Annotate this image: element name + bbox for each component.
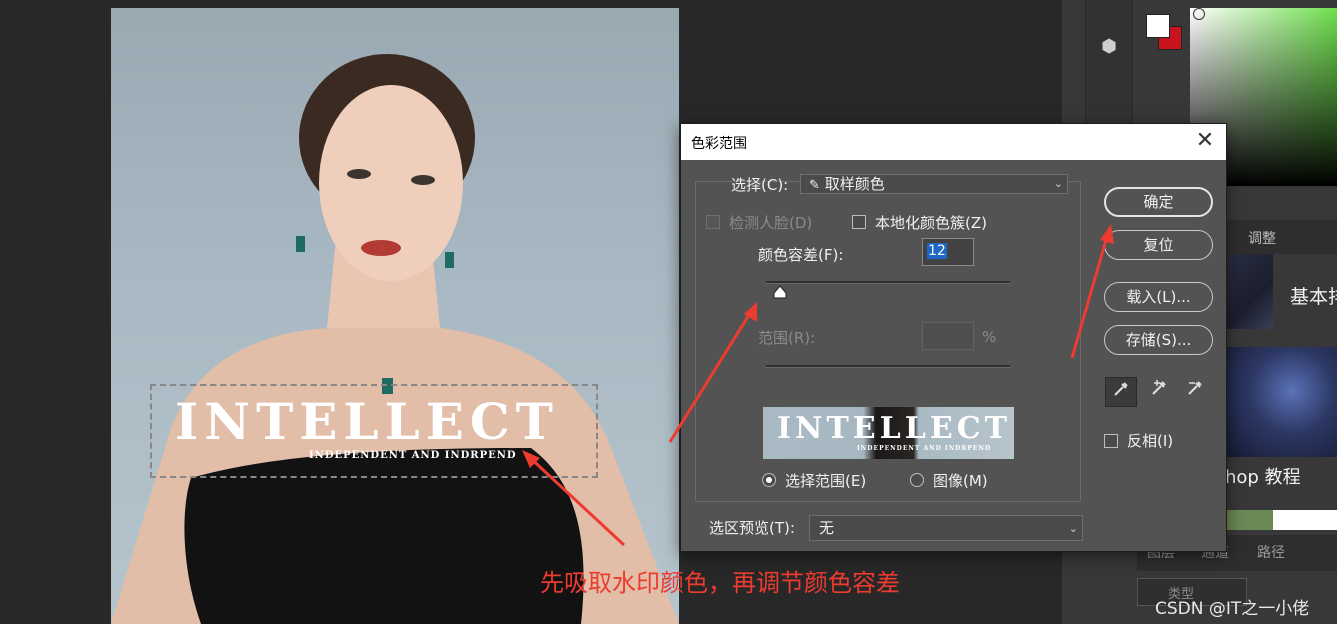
localized-clusters-checkbox[interactable] [852, 215, 866, 229]
chevron-down-icon: ⌄ [1053, 177, 1063, 190]
selection-marquee[interactable] [150, 384, 598, 478]
image-radio-label: 图像(M) [933, 472, 988, 490]
save-button[interactable]: 存储(S)... [1104, 325, 1213, 355]
foreground-color-swatch[interactable] [1146, 14, 1170, 38]
portrait-photo[interactable]: INTELLECT INDEPENDENT AND INDRPEND [111, 8, 679, 624]
learn-thumbnail-3-label-bg [1273, 510, 1337, 530]
learn-thumbnail-2-label[interactable]: hop 教程 [1225, 463, 1301, 489]
tab-paths[interactable]: 路径 [1257, 542, 1285, 562]
select-dropdown[interactable]: ✎ 取样颜色 ⌄ [800, 174, 1068, 194]
eyedropper-plus-icon[interactable] [1144, 377, 1176, 407]
select-label: 选择(C): [731, 176, 789, 194]
selection-preview-image: INTELLECT INDEPENDENT AND INDRPEND [763, 407, 1014, 459]
selection-radio-label: 选择范围(E) [785, 472, 867, 490]
dialog-titlebar[interactable]: 色彩范围 ✕ [681, 124, 1226, 160]
eyedropper-icon: ✎ [809, 178, 820, 193]
chevron-down-icon: ⌄ [1068, 522, 1078, 535]
learn-thumbnail-1[interactable] [1225, 254, 1273, 329]
selection-radio[interactable] [762, 473, 776, 487]
eyedropper-minus-icon[interactable] [1180, 377, 1212, 407]
reset-button[interactable]: 复位 [1104, 230, 1213, 260]
3d-cube-icon[interactable]: ⬢ [1097, 36, 1121, 60]
dialog-title: 色彩范围 [691, 136, 747, 152]
range-input[interactable] [922, 322, 974, 350]
selection-preview-dropdown[interactable]: 无 ⌄ [809, 515, 1083, 541]
localized-clusters-label: 本地化颜色簇(Z) [875, 214, 987, 232]
range-slider-track [766, 365, 1010, 368]
preview-watermark-title: INTELLECT [777, 411, 1011, 446]
color-range-dialog: 色彩范围 ✕ 选择(C): ✎ 取样颜色 ⌄ 检测人脸(D) 本地化颜色簇(Z)… [680, 123, 1227, 552]
adjustments-tabbar [1225, 220, 1337, 254]
image-radio[interactable] [910, 473, 924, 487]
selection-preview-label: 选区预览(T): [709, 519, 795, 537]
fuzziness-slider-track[interactable] [766, 281, 1010, 284]
fuzziness-label: 颜色容差(F): [758, 246, 844, 264]
invert-checkbox[interactable] [1104, 434, 1118, 448]
range-label: 范围(R): [758, 329, 816, 347]
invert-label: 反相(I) [1127, 432, 1174, 450]
select-dropdown-value: 取样颜色 [824, 175, 885, 193]
learn-thumbnail-2[interactable] [1225, 347, 1337, 457]
close-icon[interactable]: ✕ [1192, 129, 1218, 155]
annotation-text: 先吸取水印颜色，再调节颜色容差 [540, 569, 900, 597]
load-button[interactable]: 载入(L)... [1104, 282, 1213, 312]
portrait-illustration [111, 54, 679, 624]
detect-faces-label: 检测人脸(D) [729, 214, 813, 232]
preview-watermark-subtitle: INDEPENDENT AND INDRPEND [857, 445, 992, 452]
selection-preview-value: 无 [819, 519, 835, 537]
learn-thumbnail-1-label[interactable]: 基本排 [1290, 282, 1337, 309]
ok-button[interactable]: 确定 [1104, 187, 1213, 217]
learn-thumbnail-3[interactable] [1225, 510, 1273, 530]
fuzziness-input[interactable]: 12 [922, 238, 974, 266]
fuzziness-slider-thumb[interactable] [773, 285, 787, 299]
detect-faces-checkbox[interactable] [706, 215, 720, 229]
tab-adjustments[interactable]: 调整 [1248, 228, 1276, 248]
color-picker-cursor[interactable] [1193, 8, 1205, 20]
watermark-credit: CSDN @IT之一小佬 [1155, 599, 1310, 619]
eyedropper-icon[interactable] [1105, 377, 1137, 407]
range-unit: % [982, 328, 997, 346]
